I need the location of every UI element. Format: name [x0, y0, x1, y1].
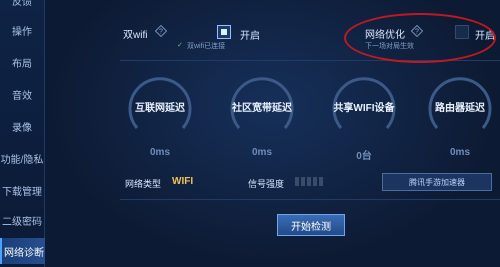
- sidebar: 反馈 操作 布局 音效 录像 功能/隐私 下载管理 二级密码 网络诊断: [0, 0, 46, 267]
- gauge-name: 共享WIFI设备: [333, 103, 395, 114]
- highlight-circle: [344, 13, 496, 63]
- gauge-router-latency: 路由器延迟 0ms: [425, 72, 495, 162]
- signal-strength-bars: [295, 177, 323, 186]
- gauge-internet-latency: 互联网延迟 0ms: [125, 72, 195, 162]
- dual-wifi-toggle-label: 开启: [240, 31, 260, 42]
- gauge-shared-wifi-devices: 共享WIFI设备 0台: [329, 72, 399, 162]
- sidebar-item-layout[interactable]: 布局: [0, 50, 44, 74]
- sidebar-item-recording[interactable]: 录像: [0, 114, 44, 138]
- check-icon: ✓: [177, 42, 183, 49]
- divider: [120, 199, 500, 200]
- accelerator-button[interactable]: 腾讯手游加速器: [382, 173, 492, 191]
- dual-wifi-checkbox[interactable]: [217, 25, 231, 39]
- signal-strength-label: 信号强度: [248, 179, 285, 189]
- sidebar-item-downloads[interactable]: 下载管理: [0, 178, 44, 202]
- dual-wifi-status: 双wifi已连接: [187, 43, 226, 50]
- gauge-value: 0ms: [149, 147, 170, 158]
- sidebar-item-second-password[interactable]: 二级密码: [0, 208, 44, 232]
- gauge-value: 0ms: [251, 147, 272, 158]
- gauge-name: 社区宽带延迟: [232, 103, 292, 114]
- sidebar-item-controls[interactable]: 操作: [0, 18, 44, 42]
- network-type-value: WIFI: [172, 176, 194, 187]
- svg-text:?: ?: [159, 29, 163, 36]
- sidebar-item-sound[interactable]: 音效: [0, 82, 44, 106]
- dual-wifi-label: 双wifi: [123, 30, 148, 41]
- network-type-label: 网络类型: [125, 179, 162, 189]
- gauge-name: 互联网延迟: [135, 103, 185, 114]
- start-detection-button[interactable]: 开始检测: [277, 214, 345, 236]
- sidebar-item-network-diagnosis[interactable]: 网络诊断: [0, 238, 46, 264]
- info-icon[interactable]: ?: [155, 25, 167, 37]
- sidebar-item-feedback[interactable]: 反馈: [0, 0, 44, 12]
- sidebar-item-privacy[interactable]: 功能/隐私: [0, 146, 44, 170]
- network-diagnosis-panel: 双wifi ? 开启 ✓ 双wifi已连接 网络优化 ? 下一场对局生效 开启 …: [45, 0, 500, 267]
- gauge-name: 路由器延迟: [435, 103, 485, 114]
- gauge-value: 0ms: [449, 147, 470, 158]
- gauge-value: 0台: [356, 151, 372, 162]
- gauge-community-latency: 社区宽带延迟 0ms: [227, 72, 297, 162]
